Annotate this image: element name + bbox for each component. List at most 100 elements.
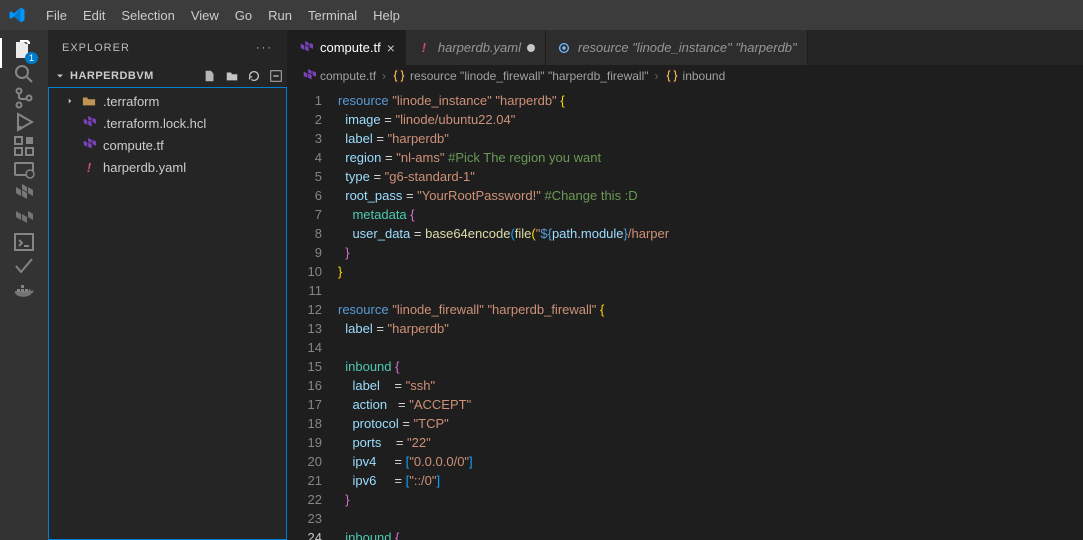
code-line[interactable]: } (338, 262, 1083, 281)
chevron-right-icon (81, 93, 97, 109)
line-number: 14 (288, 338, 322, 357)
terraform-alt-icon[interactable] (12, 206, 36, 230)
check-icon[interactable] (12, 254, 36, 278)
close-icon[interactable]: × (387, 40, 395, 56)
refresh-icon[interactable] (247, 69, 261, 83)
code-line[interactable]: ipv6 = ["::/0"] (338, 471, 1083, 490)
source-control-icon[interactable] (12, 86, 36, 110)
line-number: 13 (288, 319, 322, 338)
workspace-folder-header[interactable]: HARPERDBVM (48, 65, 287, 87)
editor-tab[interactable]: compute.tf × (288, 30, 406, 65)
console-icon[interactable] (12, 230, 36, 254)
breadcrumb-label[interactable]: compute.tf (320, 69, 376, 83)
line-number: 17 (288, 395, 322, 414)
file-tree: .terraform .terraform.lock.hcl compute.tf!… (48, 87, 287, 540)
new-folder-icon[interactable] (225, 69, 239, 83)
tab-label: resource "linode_instance" "harperdb" (578, 40, 797, 55)
line-number: 4 (288, 148, 322, 167)
tree-item-label: .terraform.lock.hcl (103, 116, 206, 131)
code-line[interactable]: image = "linode/ubuntu22.04" (338, 110, 1083, 129)
remote-explorer-icon[interactable] (12, 158, 36, 182)
terraform-file-icon (302, 69, 316, 83)
line-number: 16 (288, 376, 322, 395)
chevron-right-icon (65, 96, 75, 106)
menu-item-file[interactable]: File (38, 4, 75, 27)
line-number: 12 (288, 300, 322, 319)
code-line[interactable]: region = "nl-ams" #Pick The region you w… (338, 148, 1083, 167)
terraform-file-icon (81, 115, 97, 131)
tree-item-label: harperdb.yaml (103, 160, 186, 175)
breadcrumbs[interactable]: compute.tf › resource "linode_firewall" "… (288, 65, 1083, 87)
chevron-right-icon: › (382, 69, 386, 83)
code-line[interactable] (338, 338, 1083, 357)
tree-folder[interactable]: .terraform (49, 90, 286, 112)
line-number: 18 (288, 414, 322, 433)
code-line[interactable]: ports = "22" (338, 433, 1083, 452)
code-line[interactable]: label = "harperdb" (338, 129, 1083, 148)
tab-label: harperdb.yaml (438, 40, 521, 55)
editor-tab[interactable]: resource "linode_instance" "harperdb" (546, 30, 808, 65)
chevron-right-icon: › (655, 69, 659, 83)
line-number: 7 (288, 205, 322, 224)
menu-item-run[interactable]: Run (260, 4, 300, 27)
line-number: 6 (288, 186, 322, 205)
code-line[interactable]: } (338, 243, 1083, 262)
code-line[interactable]: action = "ACCEPT" (338, 395, 1083, 414)
code-line[interactable]: ipv4 = ["0.0.0.0/0"] (338, 452, 1083, 471)
vscode-logo-icon (8, 6, 26, 24)
code-line[interactable]: inbound { (338, 357, 1083, 376)
menu-item-edit[interactable]: Edit (75, 4, 113, 27)
breadcrumb-label[interactable]: resource "linode_firewall" "harperdb_fir… (410, 69, 649, 83)
breadcrumb-label[interactable]: inbound (683, 69, 726, 83)
extensions-icon[interactable] (12, 134, 36, 158)
terraform-icon[interactable] (12, 182, 36, 206)
line-number: 2 (288, 110, 322, 129)
menu-item-view[interactable]: View (183, 4, 227, 27)
code-line[interactable]: protocol = "TCP" (338, 414, 1083, 433)
code-line[interactable]: metadata { (338, 205, 1083, 224)
sidebar-title: EXPLORER (62, 42, 130, 54)
main-area: 1 EXPLORER ··· HARPERDBVM .terraform.ter… (0, 30, 1083, 540)
chevron-down-icon (54, 70, 66, 82)
tree-file[interactable]: compute.tf (49, 134, 286, 156)
tree-item-label: .terraform (103, 94, 159, 109)
symbol-icon (556, 40, 572, 56)
line-number: 23 (288, 509, 322, 528)
editor-group: compute.tf × !harperdb.yaml resource "linod… (288, 30, 1083, 540)
files-icon[interactable]: 1 (12, 38, 36, 62)
tree-file[interactable]: .terraform.lock.hcl (49, 112, 286, 134)
tree-file[interactable]: !harperdb.yaml (49, 156, 286, 178)
line-number: 22 (288, 490, 322, 509)
menu-item-selection[interactable]: Selection (113, 4, 182, 27)
search-icon[interactable] (12, 62, 36, 86)
code-line[interactable]: root_pass = "YourRootPassword!" #Change … (338, 186, 1083, 205)
code-line[interactable]: type = "g6-standard-1" (338, 167, 1083, 186)
line-number: 24 (288, 528, 322, 540)
code-line[interactable]: inbound { (338, 528, 1083, 540)
code-lines[interactable]: resource "linode_instance" "harperdb" { … (334, 87, 1083, 540)
menu-item-help[interactable]: Help (365, 4, 408, 27)
symbol-namespace-icon (392, 69, 406, 83)
code-line[interactable]: label = "ssh" (338, 376, 1083, 395)
code-editor[interactable]: 123456789101112131415161718192021222324 … (288, 87, 1083, 540)
line-number: 15 (288, 357, 322, 376)
code-line[interactable]: user_data = base64encode(file("${path.mo… (338, 224, 1083, 243)
editor-tab[interactable]: !harperdb.yaml (406, 30, 546, 65)
code-line[interactable]: } (338, 490, 1083, 509)
new-file-icon[interactable] (203, 69, 217, 83)
menubar: FileEditSelectionViewGoRunTerminalHelp (0, 0, 1083, 30)
menu-item-go[interactable]: Go (227, 4, 260, 27)
tab-label: compute.tf (320, 40, 381, 55)
sidebar-more-icon[interactable]: ··· (256, 42, 273, 54)
tree-item-label: compute.tf (103, 138, 164, 153)
menu-item-terminal[interactable]: Terminal (300, 4, 365, 27)
code-line[interactable] (338, 509, 1083, 528)
collapse-icon[interactable] (269, 69, 283, 83)
docker-icon[interactable] (12, 278, 36, 302)
run-debug-icon[interactable] (12, 110, 36, 134)
code-line[interactable] (338, 281, 1083, 300)
code-line[interactable]: resource "linode_firewall" "harperdb_fir… (338, 300, 1083, 319)
sidebar-explorer: EXPLORER ··· HARPERDBVM .terraform.terra… (48, 30, 288, 540)
code-line[interactable]: resource "linode_instance" "harperdb" { (338, 91, 1083, 110)
code-line[interactable]: label = "harperdb" (338, 319, 1083, 338)
